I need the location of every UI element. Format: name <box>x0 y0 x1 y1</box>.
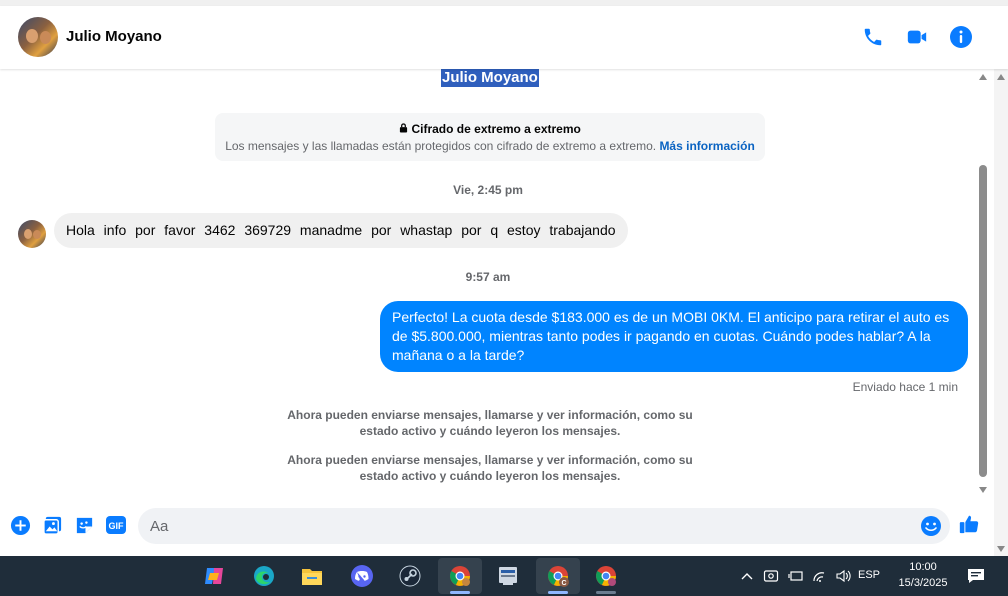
wifi-icon[interactable] <box>810 556 830 596</box>
system-clock[interactable]: 10:00 15/3/2025 <box>884 559 962 591</box>
video-icon[interactable] <box>904 24 930 50</box>
chrome-profile-1-icon[interactable] <box>438 558 482 594</box>
encryption-text: Los mensajes y las llamadas están proteg… <box>225 139 657 153</box>
encryption-title: Cifrado de extremo a extremo <box>411 122 581 136</box>
chat-header: Julio Moyano <box>0 6 1008 69</box>
language-indicator[interactable]: ESP <box>858 569 880 581</box>
chrome-profile-3-icon[interactable] <box>584 558 628 594</box>
sent-status: Enviado hace 1 min <box>852 380 958 394</box>
timestamp: Vie, 2:45 pm <box>453 183 523 197</box>
scroll-thumb[interactable] <box>979 165 987 477</box>
thread-scrollbar[interactable] <box>976 69 990 499</box>
volume-icon[interactable] <box>833 556 853 596</box>
message-thread[interactable]: Julio Moyano Cifrado de extremo a extrem… <box>0 69 976 499</box>
more-info-link[interactable]: Más información <box>659 139 754 153</box>
lock-icon <box>399 122 408 136</box>
gif-icon[interactable]: GIF <box>105 514 127 536</box>
chrome-profile-c-icon[interactable]: C <box>536 558 580 594</box>
emoji-icon[interactable] <box>920 515 942 537</box>
contact-name[interactable]: Julio Moyano <box>66 28 162 45</box>
page-scroll-up-icon[interactable] <box>997 74 1005 80</box>
scroll-up-arrow-icon[interactable] <box>979 74 987 80</box>
sticker-icon[interactable] <box>73 514 95 536</box>
contact-avatar[interactable] <box>18 17 58 57</box>
network-app-icon[interactable] <box>486 558 530 594</box>
clock-date: 15/3/2025 <box>898 577 948 589</box>
clock-time: 10:00 <box>909 561 937 573</box>
info-icon[interactable] <box>948 24 974 50</box>
discord-icon[interactable] <box>340 558 384 594</box>
info-notice: Ahora pueden enviarse mensajes, llamarse… <box>287 453 693 483</box>
plus-icon[interactable] <box>9 514 31 536</box>
page-scrollbar[interactable] <box>994 69 1008 556</box>
info-notice: Ahora pueden enviarse mensajes, llamarse… <box>287 408 693 438</box>
encryption-notice: Cifrado de extremo a extremo Los mensaje… <box>215 113 765 161</box>
message-input[interactable] <box>138 508 950 544</box>
notifications-icon[interactable] <box>965 556 987 596</box>
chrome-profile-badge: C <box>561 580 566 587</box>
timestamp: 9:57 am <box>465 270 511 284</box>
steam-icon[interactable] <box>388 558 432 594</box>
sender-avatar[interactable] <box>18 220 46 248</box>
windows-taskbar: C ESP 10:00 15/3/2025 <box>0 556 1008 596</box>
phone-icon[interactable] <box>860 24 886 50</box>
page-scroll-down-icon[interactable] <box>997 546 1005 552</box>
selected-contact-name: Julio Moyano <box>441 69 539 87</box>
usb-device-icon[interactable] <box>761 556 781 596</box>
message-composer: GIF <box>0 503 994 549</box>
gif-label: GIF <box>109 521 125 531</box>
file-explorer-icon[interactable] <box>290 558 334 594</box>
scroll-down-arrow-icon[interactable] <box>979 487 987 493</box>
incoming-message[interactable]: Hola info por favor 3462 369729 manadme … <box>54 213 628 248</box>
messenger-window: Julio Moyano Julio Moyano Cifrado de ext… <box>0 0 1008 556</box>
outgoing-message[interactable]: Perfecto! La cuota desde $183.000 es de … <box>380 301 968 372</box>
chevron-up-icon[interactable] <box>738 556 756 596</box>
photo-icon[interactable] <box>41 514 63 536</box>
edge-icon[interactable] <box>242 558 286 594</box>
copilot-icon[interactable] <box>192 558 236 594</box>
thumbs-up-icon[interactable] <box>958 513 980 535</box>
battery-plug-icon[interactable] <box>786 556 806 596</box>
